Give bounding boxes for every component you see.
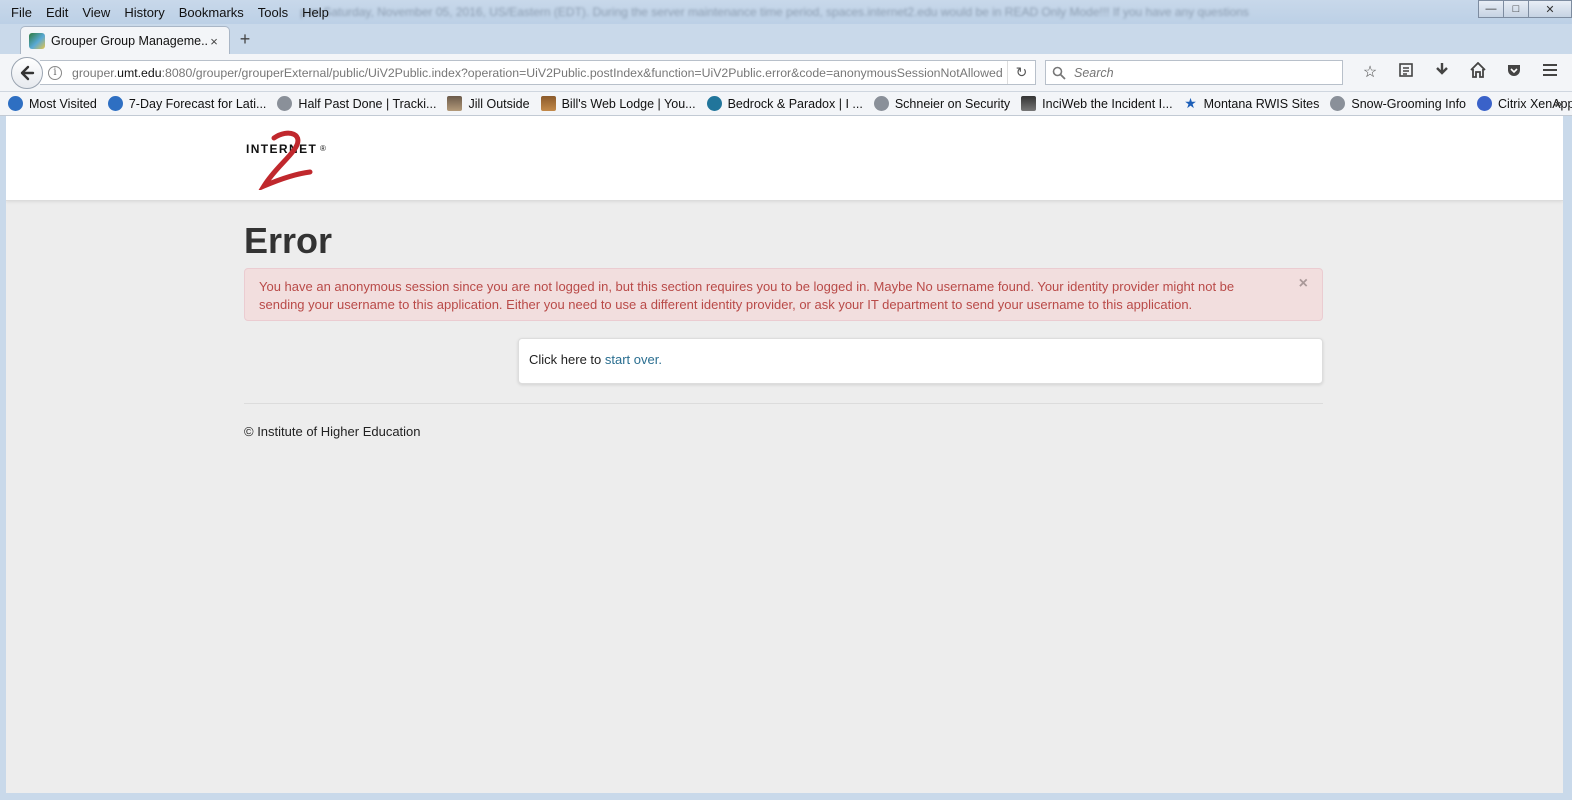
bookmark-label: Schneier on Security <box>894 96 1011 111</box>
star-icon: ★ <box>1184 95 1197 111</box>
bookmark-label: Montana RWIS Sites <box>1203 96 1320 111</box>
bookmark-label: Bedrock & Paradox | I ... <box>727 96 863 111</box>
blurred-notice: p.m Saturday, November 05, 2016, US/East… <box>300 5 1249 19</box>
page-viewport: INTERNET ® Error You have an anonymous s… <box>6 116 1563 793</box>
pocket-icon[interactable] <box>1496 62 1532 84</box>
page-title: Error <box>244 220 333 261</box>
bookmark-star-icon[interactable]: ☆ <box>1352 62 1388 84</box>
bookmark-label: Half Past Done | Tracki... <box>298 96 437 111</box>
hamburger-menu-icon[interactable] <box>1532 62 1568 84</box>
back-button[interactable] <box>11 57 43 89</box>
footer-copyright: © Institute of Higher Education <box>244 424 421 439</box>
search-bar[interactable] <box>1045 60 1343 85</box>
bookmark-label: 7-Day Forecast for Lati... <box>128 96 267 111</box>
url-host: umt.edu <box>117 65 162 80</box>
bookmark-label: InciWeb the Incident I... <box>1042 96 1173 111</box>
moose-icon <box>540 96 556 111</box>
reload-icon[interactable]: ↻ <box>1007 61 1035 84</box>
globe-icon <box>1330 96 1346 111</box>
grouper-favicon-icon <box>29 33 45 49</box>
start-over-link[interactable]: start over. <box>605 352 662 367</box>
menu-view[interactable]: View <box>75 3 117 21</box>
bookmark-inciweb[interactable]: InciWeb the Incident I... <box>1021 96 1173 111</box>
bookmark-most-visited[interactable]: Most Visited <box>8 96 97 111</box>
menu-file[interactable]: File <box>4 3 39 21</box>
download-icon[interactable] <box>1424 62 1460 84</box>
toolbar-icons: ☆ <box>1352 61 1568 84</box>
bookmark-label: Jill Outside <box>468 96 530 111</box>
maximize-button[interactable]: □ <box>1503 0 1529 18</box>
error-alert: You have an anonymous session since you … <box>244 268 1323 321</box>
menu-history[interactable]: History <box>117 3 171 21</box>
site-header: INTERNET ® <box>6 116 1563 201</box>
url-text[interactable]: grouper.umt.edu:8080/grouper/grouperExte… <box>72 66 1007 80</box>
bookmark-bills-web-lodge[interactable]: Bill's Web Lodge | You... <box>540 96 696 111</box>
window-frame-bottom <box>0 793 1572 800</box>
bookmark-forecast[interactable]: 7-Day Forecast for Lati... <box>107 96 267 111</box>
home-icon[interactable] <box>1460 61 1496 84</box>
bookmarks-menu-icon[interactable] <box>1388 62 1424 84</box>
bookmark-jill-outside[interactable]: Jill Outside <box>447 96 530 111</box>
bookmark-snow-grooming[interactable]: Snow-Grooming Info <box>1330 96 1466 111</box>
weather-icon <box>107 96 123 111</box>
bookmark-bedrock-paradox[interactable]: Bedrock & Paradox | I ... <box>706 96 863 111</box>
panel-prefix-text: Click here to <box>529 352 605 367</box>
globe-icon <box>873 96 889 111</box>
alert-message: You have an anonymous session since you … <box>259 279 1235 312</box>
bookmark-montana-rwis[interactable]: ★ Montana RWIS Sites <box>1184 95 1320 111</box>
minimize-button[interactable]: — <box>1478 0 1504 18</box>
back-arrow-icon <box>20 65 35 81</box>
site-info-icon[interactable]: i <box>48 65 62 80</box>
bookmarks-overflow-icon[interactable]: » <box>1555 96 1562 111</box>
url-host-prefix: grouper. <box>72 65 118 80</box>
bookmark-half-past-done[interactable]: Half Past Done | Tracki... <box>277 96 436 111</box>
most-visited-icon <box>8 96 23 111</box>
globe-icon <box>277 96 293 111</box>
bookmark-schneier[interactable]: Schneier on Security <box>873 96 1011 111</box>
bookmark-label: Bill's Web Lodge | You... <box>561 96 696 111</box>
inciweb-icon <box>1021 96 1037 111</box>
close-window-button[interactable]: ✕ <box>1528 0 1572 18</box>
photo-icon <box>447 96 463 111</box>
logo-registered-mark: ® <box>320 144 326 153</box>
url-bar[interactable]: i grouper.umt.edu:8080/grouper/grouperEx… <box>40 60 1036 85</box>
url-path: :8080/grouper/grouperExternal/public/UiV… <box>161 65 1003 80</box>
window-frame-right <box>1563 116 1572 793</box>
bookmarks-toolbar: Most Visited 7-Day Forecast for Lati... … <box>0 92 1572 116</box>
start-over-panel: Click here to start over. <box>518 338 1323 384</box>
menubar: File Edit View History Bookmarks Tools H… <box>4 3 336 21</box>
menu-bookmarks[interactable]: Bookmarks <box>172 3 251 21</box>
bookmark-label: Most Visited <box>29 96 97 111</box>
wordpress-icon <box>706 96 722 111</box>
search-input[interactable] <box>1072 64 1322 81</box>
window-controls: — □ ✕ <box>1478 0 1572 18</box>
tab-title: Grouper Group Manageme... <box>51 34 207 48</box>
logo-2-mark <box>258 130 313 190</box>
internet2-logo[interactable]: INTERNET ® <box>244 128 334 190</box>
new-tab-button[interactable]: + <box>236 30 254 48</box>
alert-close-icon[interactable]: × <box>1299 276 1308 292</box>
footer-divider <box>244 403 1323 404</box>
bookmark-label: Snow-Grooming Info <box>1351 96 1467 111</box>
tab-close-icon[interactable]: × <box>207 34 221 49</box>
menu-edit[interactable]: Edit <box>39 3 75 21</box>
citrix-icon <box>1477 96 1493 111</box>
navigation-toolbar: i grouper.umt.edu:8080/grouper/grouperEx… <box>0 54 1572 92</box>
tab-grouper[interactable]: Grouper Group Manageme... × <box>20 26 230 55</box>
menu-tools[interactable]: Tools <box>251 3 295 21</box>
tab-strip: Grouper Group Manageme... × + <box>0 24 1572 55</box>
menu-help[interactable]: Help <box>295 3 336 21</box>
search-icon <box>1052 66 1066 80</box>
window-titlebar: p.m Saturday, November 05, 2016, US/East… <box>0 0 1572 24</box>
